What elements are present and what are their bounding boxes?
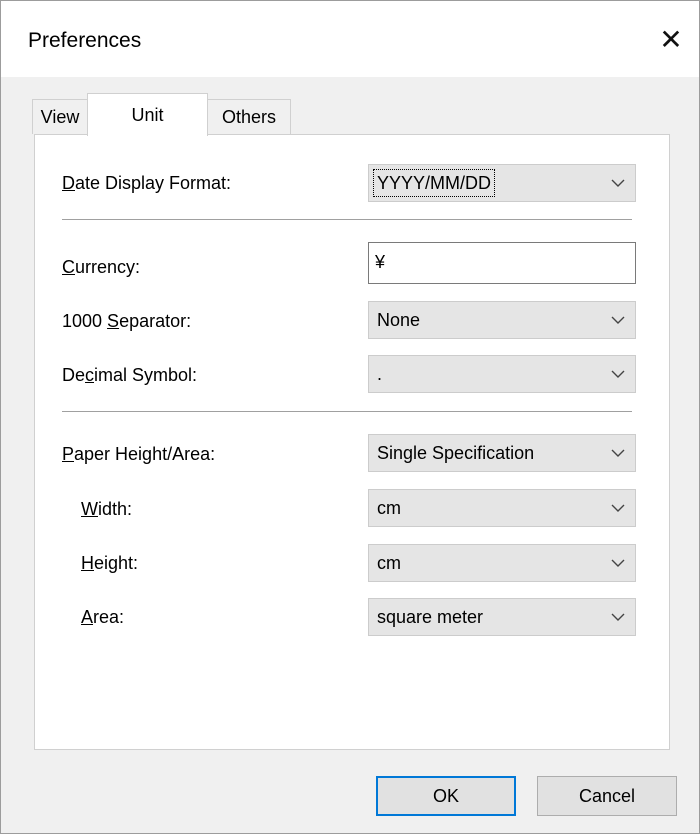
tab-others-label: Others — [221, 106, 277, 127]
separator-select[interactable]: None — [368, 301, 636, 339]
window-title: Preferences — [28, 29, 142, 52]
paper-height-area-select[interactable]: Single Specification — [368, 434, 636, 472]
preferences-dialog: Preferences ✕ View Unit Others Date Disp… — [0, 0, 700, 834]
width-unit-select[interactable]: cm — [368, 489, 636, 527]
cancel-button-label: Cancel — [578, 785, 636, 806]
chevron-down-icon — [611, 559, 625, 567]
area-label: Area: — [81, 607, 125, 627]
date-display-format-select[interactable]: YYYY/MM/DD — [368, 164, 636, 202]
divider — [62, 411, 632, 412]
close-icon: ✕ — [659, 23, 683, 55]
paper-height-area-label: Paper Height/Area: — [62, 444, 216, 464]
chevron-down-icon — [611, 613, 625, 621]
currency-label: Currency: — [62, 257, 141, 277]
separator-value: None — [377, 310, 421, 330]
area-unit-select[interactable]: square meter — [368, 598, 636, 636]
height-label: Height: — [81, 553, 139, 573]
height-unit-value: cm — [377, 553, 401, 573]
unit-tab-panel: Date Display Format: YYYY/MM/DD Currency… — [34, 134, 670, 750]
width-unit-value: cm — [377, 498, 401, 518]
date-display-format-label: Date Display Format: — [62, 173, 232, 193]
paper-height-area-value: Single Specification — [377, 443, 535, 463]
close-button[interactable]: ✕ — [653, 19, 689, 59]
decimal-symbol-select[interactable]: . — [368, 355, 636, 393]
separator-label: 1000 Separator: — [62, 311, 192, 331]
chevron-down-icon — [611, 370, 625, 378]
ok-button[interactable]: OK — [376, 776, 516, 816]
chevron-down-icon — [611, 449, 625, 457]
tab-unit-label: Unit — [131, 104, 164, 125]
decimal-symbol-label: Decimal Symbol: — [62, 365, 198, 385]
chevron-down-icon — [611, 316, 625, 324]
tab-others[interactable]: Others — [207, 99, 291, 134]
title-bar: Preferences ✕ — [1, 1, 699, 77]
area-unit-value: square meter — [377, 607, 484, 627]
chevron-down-icon — [611, 179, 625, 187]
width-label: Width: — [81, 499, 133, 519]
chevron-down-icon — [611, 504, 625, 512]
decimal-symbol-value: . — [377, 364, 383, 384]
divider — [62, 219, 632, 220]
tab-view[interactable]: View — [32, 99, 88, 134]
currency-value: ¥ — [375, 252, 386, 272]
date-display-format-value: YYYY/MM/DD — [372, 169, 496, 197]
height-unit-select[interactable]: cm — [368, 544, 636, 582]
tab-unit[interactable]: Unit — [87, 93, 208, 136]
ok-button-label: OK — [432, 785, 459, 806]
currency-input[interactable]: ¥ — [368, 242, 636, 284]
cancel-button[interactable]: Cancel — [537, 776, 677, 816]
tab-view-label: View — [40, 106, 80, 127]
